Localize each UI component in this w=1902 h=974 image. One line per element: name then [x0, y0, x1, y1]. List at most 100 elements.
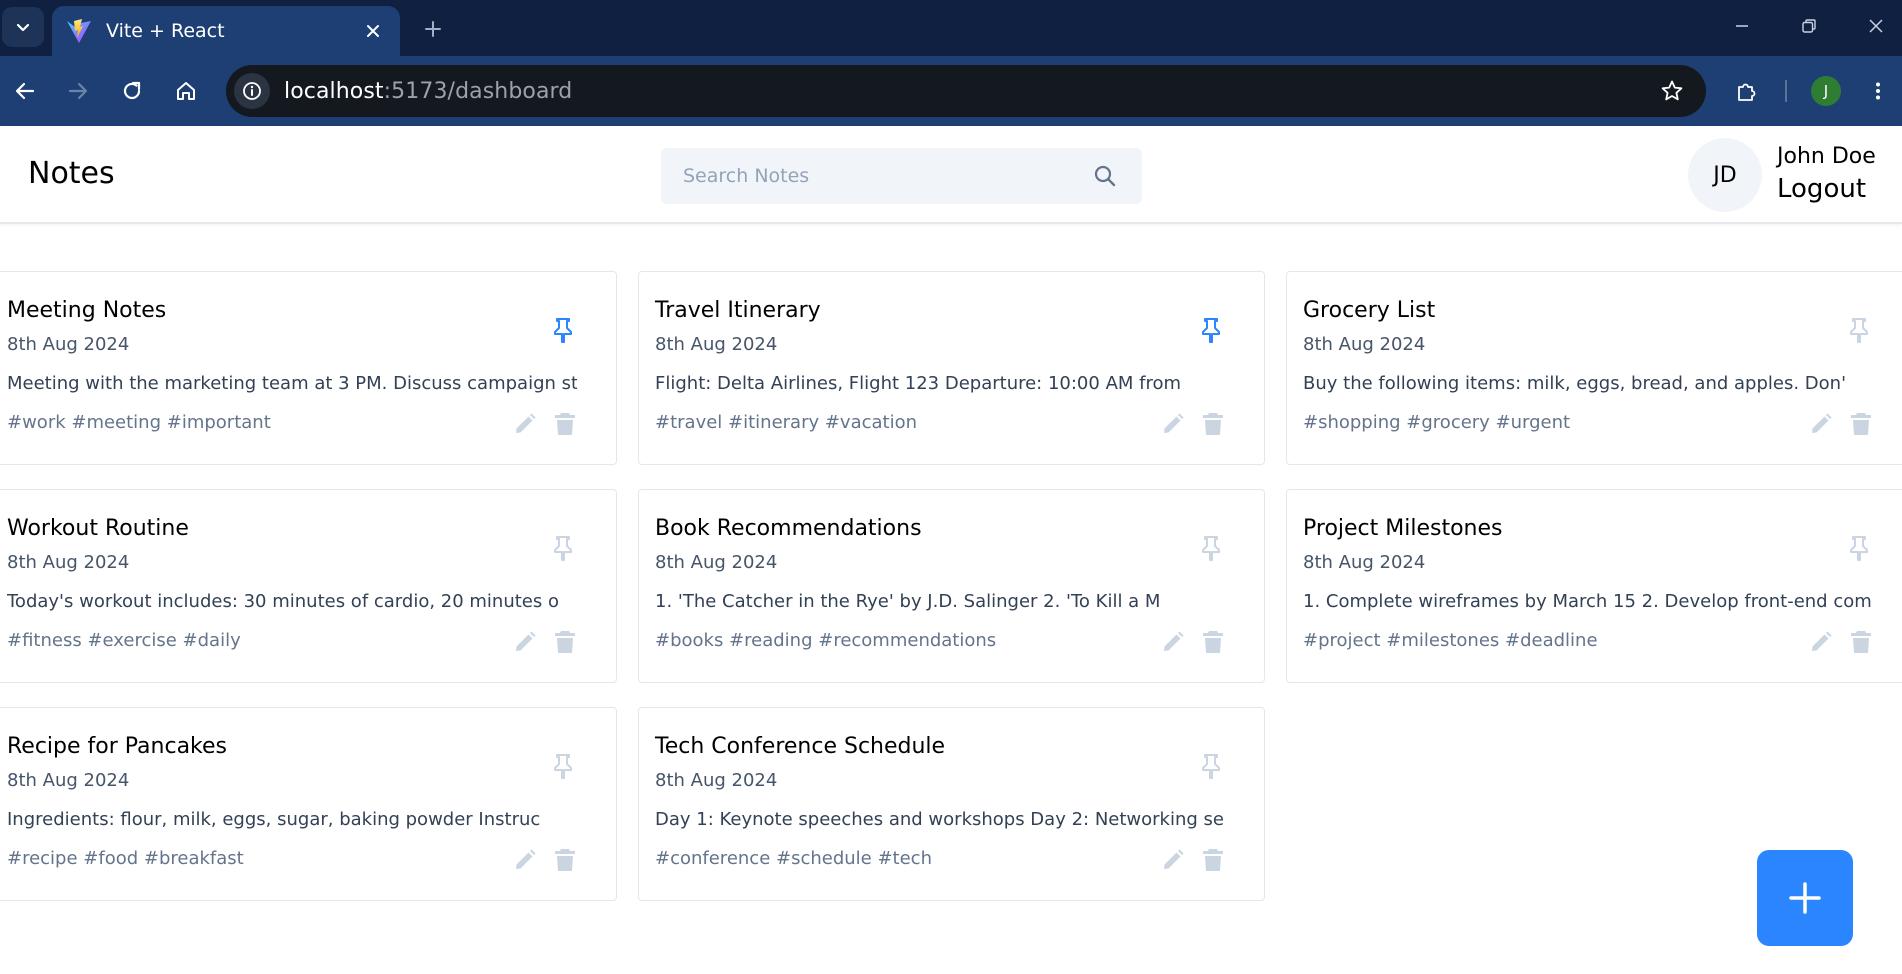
note-tags: #recipe #food #breakfast — [7, 848, 244, 869]
close-icon — [1869, 19, 1883, 33]
note-content: Ingredients: flour, milk, eggs, sugar, b… — [7, 809, 541, 830]
note-date: 8th Aug 2024 — [7, 770, 130, 791]
browser-toolbar: localhost:5173/dashboard — [0, 56, 1902, 126]
site-info-button[interactable] — [234, 73, 270, 109]
pin-button[interactable] — [1193, 530, 1229, 566]
vite-logo-icon — [67, 19, 91, 43]
info-icon — [243, 82, 261, 100]
bookmark-button[interactable] — [1652, 71, 1692, 111]
minimize-icon — [1736, 25, 1748, 27]
pin-button[interactable] — [1841, 530, 1877, 566]
search-input[interactable] — [683, 165, 1090, 187]
arrow-right-icon — [68, 82, 88, 100]
edit-note-button[interactable] — [1805, 626, 1837, 658]
app-header: Notes JD John Doe Logout — [0, 126, 1902, 224]
note-date: 8th Aug 2024 — [7, 552, 130, 573]
back-button[interactable] — [6, 72, 44, 110]
note-content: 1. 'The Catcher in the Rye' by J.D. Sali… — [655, 591, 1161, 612]
address-bar[interactable]: localhost:5173/dashboard — [226, 65, 1706, 117]
pin-button[interactable] — [1193, 748, 1229, 784]
edit-note-button[interactable] — [509, 626, 541, 658]
note-content: Today's workout includes: 30 minutes of … — [7, 591, 559, 612]
plus-icon — [425, 21, 441, 37]
delete-note-button[interactable] — [1197, 408, 1229, 440]
window-close-button[interactable] — [1848, 10, 1902, 42]
note-date: 8th Aug 2024 — [1303, 552, 1426, 573]
search-bar — [661, 148, 1142, 204]
user-avatar: JD — [1688, 138, 1762, 212]
puzzle-icon — [1738, 83, 1756, 101]
note-card[interactable]: Workout Routine 8th Aug 2024 Today's wor… — [0, 489, 617, 683]
browser-tab-title: Vite + React — [106, 20, 225, 42]
note-title: Recipe for Pancakes — [7, 734, 228, 759]
window-restore-button[interactable] — [1781, 10, 1837, 42]
note-title: Workout Routine — [7, 516, 189, 541]
note-date: 8th Aug 2024 — [655, 334, 778, 355]
pin-button[interactable] — [545, 312, 581, 348]
pencil-icon — [1164, 849, 1184, 869]
pencil-icon — [1812, 413, 1832, 433]
delete-note-button[interactable] — [549, 408, 581, 440]
pencil-icon — [516, 849, 536, 869]
delete-note-button[interactable] — [1197, 626, 1229, 658]
pin-button[interactable] — [545, 530, 581, 566]
pin-button[interactable] — [1841, 312, 1877, 348]
browser-profile-avatar[interactable]: J — [1811, 76, 1841, 106]
pencil-icon — [516, 631, 536, 651]
note-card[interactable]: Grocery List 8th Aug 2024 Buy the follow… — [1286, 271, 1902, 465]
user-name: John Doe — [1777, 144, 1876, 169]
note-card[interactable]: Recipe for Pancakes 8th Aug 2024 Ingredi… — [0, 707, 617, 901]
pencil-icon — [1812, 631, 1832, 651]
trash-icon — [1851, 631, 1871, 653]
note-title: Tech Conference Schedule — [655, 734, 946, 759]
delete-note-button[interactable] — [1845, 408, 1877, 440]
note-card[interactable]: Project Milestones 8th Aug 2024 1. Compl… — [1286, 489, 1902, 683]
edit-note-button[interactable] — [1157, 408, 1189, 440]
edit-note-button[interactable] — [1157, 626, 1189, 658]
edit-note-button[interactable] — [509, 844, 541, 876]
reload-button[interactable] — [113, 72, 151, 110]
pin-icon — [1202, 754, 1220, 779]
pencil-icon — [516, 413, 536, 433]
plus-icon — [1789, 882, 1821, 914]
edit-note-button[interactable] — [1157, 844, 1189, 876]
url-text[interactable]: localhost:5173/dashboard — [284, 79, 1652, 104]
tab-close-button[interactable] — [360, 18, 386, 44]
note-tags: #shopping #grocery #urgent — [1303, 412, 1571, 433]
delete-note-button[interactable] — [549, 626, 581, 658]
pin-icon — [1202, 318, 1220, 343]
extensions-button[interactable] — [1728, 72, 1766, 110]
pin-button[interactable] — [1193, 312, 1229, 348]
edit-note-button[interactable] — [509, 408, 541, 440]
delete-note-button[interactable] — [549, 844, 581, 876]
page-title: Notes — [28, 156, 115, 191]
pencil-icon — [1164, 631, 1184, 651]
tab-search-button[interactable] — [2, 7, 44, 47]
pin-button[interactable] — [545, 748, 581, 784]
note-card[interactable]: Meeting Notes 8th Aug 2024 Meeting with … — [0, 271, 617, 465]
pin-icon — [1850, 318, 1868, 343]
add-note-button[interactable] — [1757, 850, 1853, 946]
note-content: Day 1: Keynote speeches and workshops Da… — [655, 809, 1225, 830]
delete-note-button[interactable] — [1197, 844, 1229, 876]
home-button[interactable] — [167, 72, 205, 110]
window-minimize-button[interactable] — [1714, 10, 1770, 42]
note-card[interactable]: Tech Conference Schedule 8th Aug 2024 Da… — [638, 707, 1265, 901]
note-card[interactable]: Book Recommendations 8th Aug 2024 1. 'Th… — [638, 489, 1265, 683]
delete-note-button[interactable] — [1845, 626, 1877, 658]
reload-icon — [123, 81, 141, 100]
note-content: Buy the following items: milk, eggs, bre… — [1303, 373, 1847, 394]
pin-icon — [1202, 536, 1220, 561]
new-tab-button[interactable] — [416, 12, 450, 46]
forward-button[interactable] — [59, 72, 97, 110]
browser-menu-button[interactable] — [1860, 72, 1896, 110]
edit-note-button[interactable] — [1805, 408, 1837, 440]
browser-tab-active[interactable]: Vite + React — [52, 6, 400, 56]
logout-button[interactable]: Logout — [1777, 174, 1866, 204]
note-card[interactable]: Travel Itinerary 8th Aug 2024 Flight: De… — [638, 271, 1265, 465]
note-tags: #work #meeting #important — [7, 412, 271, 433]
note-title: Grocery List — [1303, 298, 1436, 323]
search-button[interactable] — [1090, 161, 1120, 191]
trash-icon — [1203, 413, 1223, 435]
note-title: Project Milestones — [1303, 516, 1503, 541]
